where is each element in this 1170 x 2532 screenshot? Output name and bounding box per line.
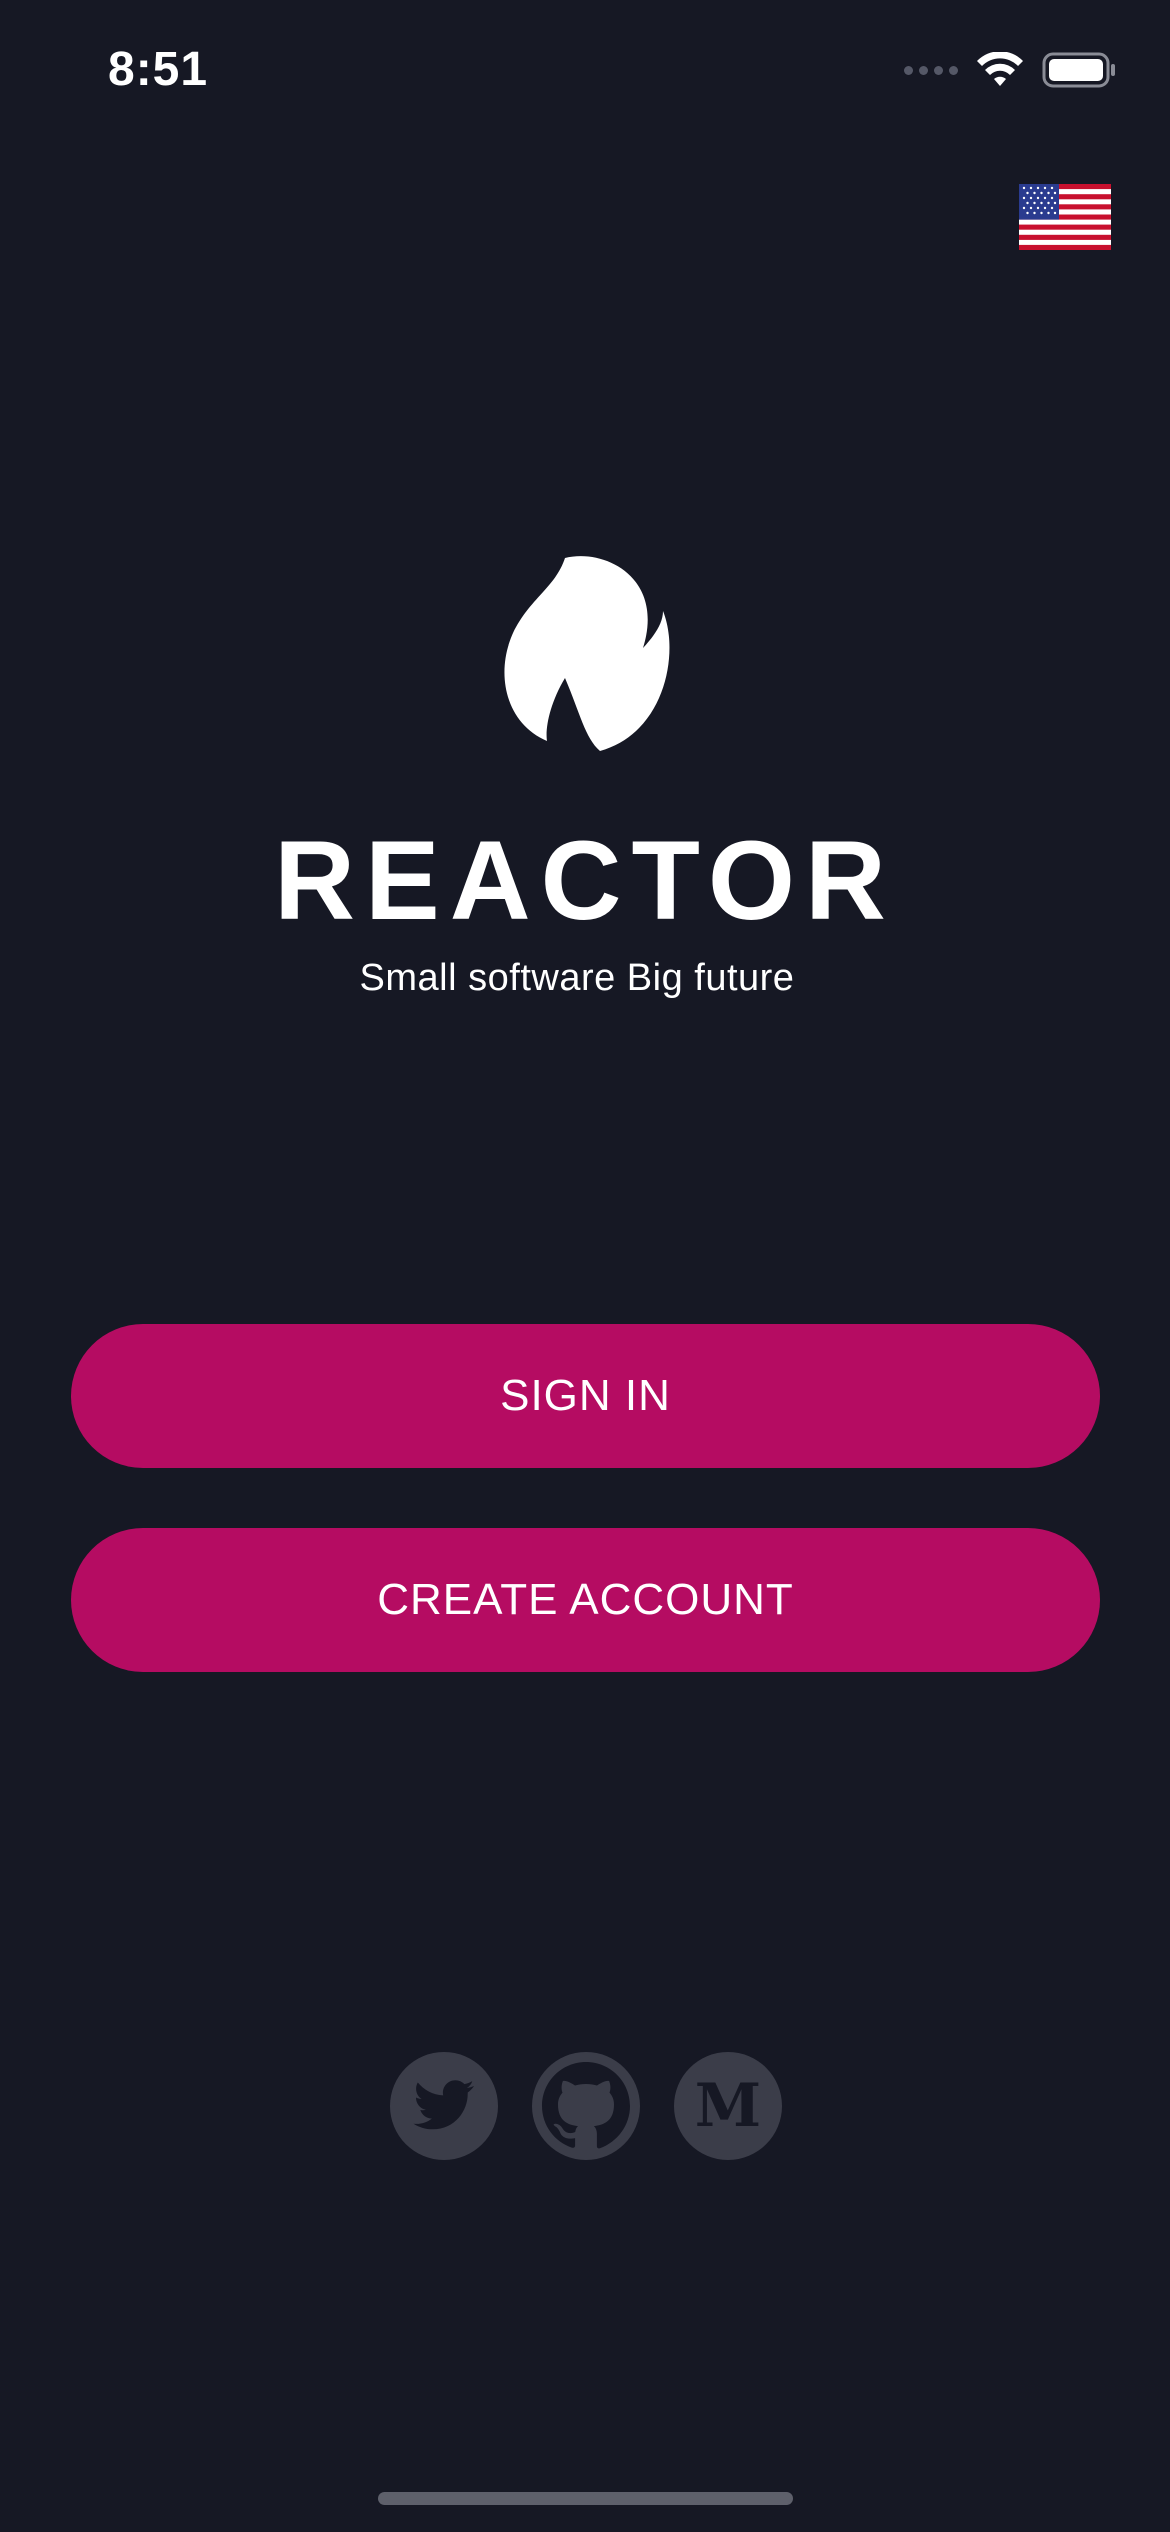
sign-in-button[interactable]: SIGN IN xyxy=(71,1324,1100,1468)
flame-icon xyxy=(504,556,670,751)
status-icons xyxy=(904,52,1116,88)
medium-icon: M xyxy=(694,2071,762,2141)
create-account-button[interactable]: CREATE ACCOUNT xyxy=(71,1528,1100,1672)
us-flag-icon[interactable] xyxy=(1019,184,1111,250)
twitter-icon xyxy=(413,2080,474,2130)
medium-button[interactable]: M xyxy=(674,2052,782,2160)
welcome-screen: 8:51 REACTOR Small software Big future S… xyxy=(0,0,1170,2532)
github-button[interactable] xyxy=(532,2052,640,2160)
tagline: Small software Big future xyxy=(359,957,795,999)
cellular-signal-icon xyxy=(904,65,958,75)
twitter-button[interactable] xyxy=(390,2052,498,2160)
status-time: 8:51 xyxy=(108,43,209,96)
home-indicator[interactable] xyxy=(378,2492,793,2505)
battery-icon xyxy=(1042,52,1115,88)
github-icon xyxy=(542,2062,630,2149)
wifi-icon xyxy=(977,52,1023,86)
app-name: REACTOR xyxy=(274,818,896,943)
social-links: M xyxy=(390,2052,782,2160)
